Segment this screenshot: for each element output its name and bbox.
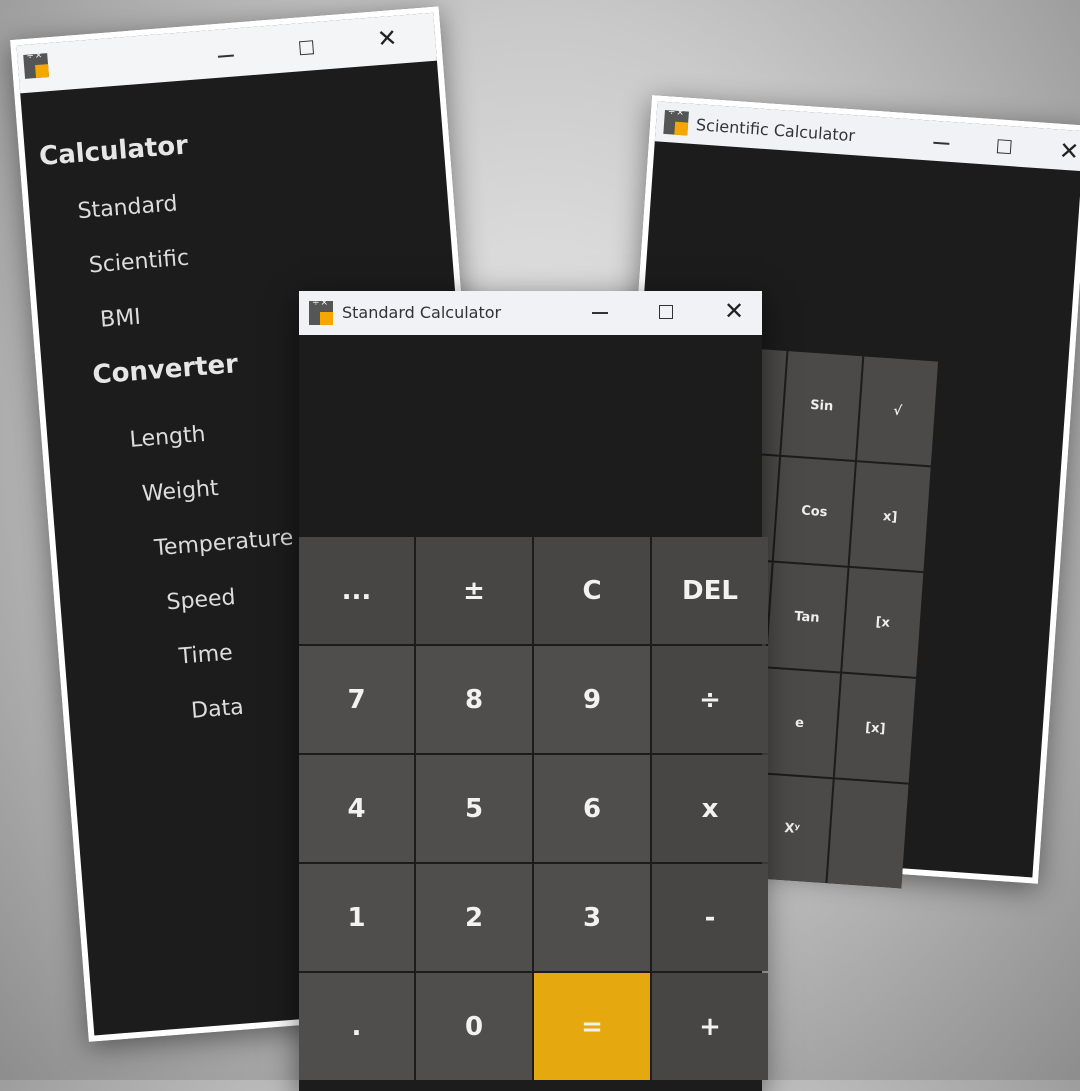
std-button-more[interactable]: ... <box>299 537 414 644</box>
close-icon[interactable]: ✕ <box>376 24 398 53</box>
nav-titlebar[interactable]: ÷× ✕ <box>16 12 437 94</box>
standard-calculator-window: ÷× Standard Calculator ✕ ... ± C DEL 7 8 9 ÷ 4 5 6… <box>299 291 768 1091</box>
maximize-icon[interactable] <box>996 139 1012 155</box>
sci-button-floor[interactable]: [x] <box>834 673 916 783</box>
std-button-plus[interactable]: + <box>652 973 768 1080</box>
std-button-6[interactable]: 6 <box>534 755 650 862</box>
std-button-multiply[interactable]: x <box>652 755 768 862</box>
nav-item-data[interactable]: Data <box>190 695 244 724</box>
sci-titlebar[interactable]: ÷× Scientific Calculator ✕ <box>654 101 1080 172</box>
minimize-icon[interactable] <box>592 312 608 314</box>
standard-keypad: ... ± C DEL 7 8 9 ÷ 4 5 6 x 1 2 3-. 0 = + <box>299 537 768 1080</box>
nav-item-weight[interactable]: Weight <box>141 476 219 507</box>
std-button-delete[interactable]: DEL <box>652 537 768 644</box>
close-icon[interactable]: ✕ <box>724 299 744 323</box>
std-button-equals[interactable]: = <box>534 973 650 1080</box>
std-window-title: Standard Calculator <box>342 303 502 322</box>
std-button-4[interactable]: 4 <box>299 755 414 862</box>
nav-heading-converter: Converter <box>91 349 240 391</box>
std-button-8[interactable]: 8 <box>416 646 532 753</box>
nav-item-bmi[interactable]: BMI <box>99 305 141 333</box>
std-button-2[interactable]: 2 <box>416 864 532 971</box>
sci-button-sqrt[interactable]: √ <box>857 356 939 466</box>
std-button-decimal[interactable]: . <box>299 973 414 1080</box>
nav-item-time[interactable]: Time <box>178 640 234 669</box>
sci-button-bracket-x[interactable]: [x <box>842 567 924 677</box>
std-button-1[interactable]: 1 <box>299 864 414 971</box>
nav-item-length[interactable]: Length <box>129 422 207 453</box>
std-button-9[interactable]: 9 <box>534 646 650 753</box>
std-button-plus-minus[interactable]: ± <box>416 537 532 644</box>
std-button-0[interactable]: 0 <box>416 973 532 1080</box>
minimize-icon[interactable] <box>217 54 234 58</box>
calculator-app-icon: ÷× <box>663 107 689 136</box>
std-button-3[interactable]: 3 <box>534 864 650 971</box>
calculator-app-icon: ÷× <box>309 299 333 325</box>
sci-window-title: Scientific Calculator <box>695 115 856 146</box>
nav-item-scientific[interactable]: Scientific <box>88 246 190 279</box>
nav-item-standard[interactable]: Standard <box>77 191 179 224</box>
std-titlebar[interactable]: ÷× Standard Calculator ✕ <box>299 291 762 335</box>
close-icon[interactable]: ✕ <box>1058 137 1080 166</box>
maximize-icon[interactable] <box>659 305 673 319</box>
sci-button-blank-4-4[interactable] <box>827 779 909 889</box>
std-button-minus[interactable]: - <box>652 864 768 971</box>
calculator-app-icon: ÷× <box>23 50 50 79</box>
maximize-icon[interactable] <box>298 40 315 56</box>
std-button-divide[interactable]: ÷ <box>652 646 768 753</box>
std-button-5[interactable]: 5 <box>416 755 532 862</box>
nav-item-temperature[interactable]: Temperature <box>153 525 294 561</box>
sci-button-tan[interactable]: Tan <box>766 562 848 672</box>
calculator-display <box>299 335 762 535</box>
sci-button-e[interactable]: e <box>759 668 841 778</box>
sci-button-sin[interactable]: Sin <box>781 351 863 461</box>
nav-heading-calculator: Calculator <box>38 130 190 173</box>
nav-item-speed[interactable]: Speed <box>166 585 237 615</box>
std-button-7[interactable]: 7 <box>299 646 414 753</box>
minimize-icon[interactable] <box>933 141 950 145</box>
sci-button-x-bracket[interactable]: x] <box>849 462 931 572</box>
std-button-clear[interactable]: C <box>534 537 650 644</box>
sci-button-cos[interactable]: Cos <box>773 456 855 566</box>
